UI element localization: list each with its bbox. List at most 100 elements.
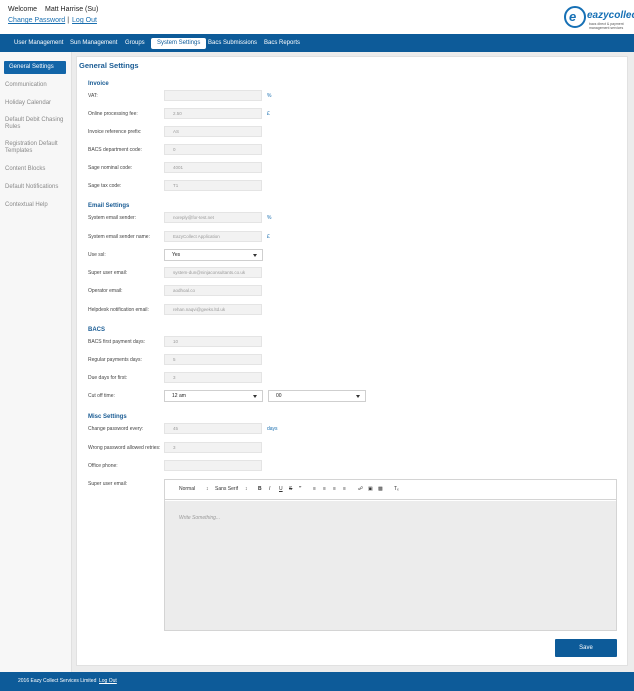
sidebar-item-general-settings[interactable]: General Settings [4, 61, 66, 74]
eazycollect-logo: e eazycollect bacs direct & payment mana… [562, 4, 634, 32]
sidebar-item-contextual-help[interactable]: Contextual Help [5, 202, 67, 209]
bacs-dept-input[interactable]: 0 [164, 144, 262, 155]
vat-input[interactable] [164, 90, 262, 101]
sidebar-item-content-blocks[interactable]: Content Blocks [5, 166, 67, 173]
regular-payments-label: Regular payments days: [88, 357, 142, 363]
operator-email-input[interactable]: aodhoal.co [164, 285, 262, 296]
helpdesk-email-label: Helpdesk notification email: [88, 307, 149, 313]
use-ssl-label: Use ssl: [88, 252, 106, 258]
wrong-password-input[interactable]: 3 [164, 442, 262, 453]
welcome-label: Welcome [8, 6, 38, 13]
cut-off-minute-select[interactable]: 00 [268, 390, 366, 402]
wrong-password-label: Wrong password allowed retries: [88, 445, 161, 451]
due-days-input[interactable]: 3 [164, 372, 262, 383]
due-days-label: Due days for first: [88, 375, 128, 381]
super-user-email-label: Super user email: [88, 270, 128, 276]
first-payment-label: BACS first payment days: [88, 339, 145, 345]
account-links: Change Password | Log Out [8, 17, 97, 24]
sidebar-item-holiday-calendar[interactable]: Holiday Calendar [5, 100, 67, 107]
bold-button[interactable]: B [258, 486, 262, 493]
sidebar-item-default-notifications[interactable]: Default Notifications [5, 184, 67, 191]
change-password-input[interactable]: 45 [164, 423, 262, 434]
sage-tax-label: Sage tax code: [88, 183, 122, 189]
nav-sun-management[interactable]: Sun Management [64, 38, 123, 49]
editor-content-area[interactable]: Write Something... [165, 501, 616, 630]
sender-name-input[interactable]: EazyCollect Application [164, 231, 262, 242]
super-user-email-input[interactable]: system-dun@ninjaconsultants.co.uk [164, 267, 262, 278]
sidebar-item-communication[interactable]: Communication [5, 82, 67, 89]
footer-logout-link[interactable]: Log Out [99, 678, 117, 684]
operator-email-label: Operator email: [88, 288, 123, 294]
italic-button[interactable]: I [269, 486, 270, 493]
sidebar-item-debit-chasing-rules[interactable]: Default Debit Chasing Rules [5, 117, 67, 131]
nav-user-management[interactable]: User Management [8, 38, 69, 49]
invoice-heading: Invoice [88, 81, 109, 87]
image-icon[interactable]: ▣ [368, 486, 373, 493]
regular-payments-input[interactable]: 5 [164, 354, 262, 365]
sender-name-unit: £ [267, 234, 270, 240]
sidebar-item-registration-templates[interactable]: Registration Default Templates [5, 141, 67, 155]
settings-card: General Settings Invoice VAT: % Online p… [76, 56, 628, 666]
cut-off-label: Cut off time: [88, 393, 115, 399]
sidebar: General Settings Communication Holiday C… [0, 52, 72, 672]
save-button[interactable]: Save [555, 639, 617, 657]
nav-groups[interactable]: Groups [119, 38, 151, 49]
ordered-list-icon[interactable]: ≡ [313, 486, 316, 493]
nav-bacs-reports[interactable]: Bacs Reports [258, 38, 306, 49]
bacs-heading: BACS [88, 327, 106, 333]
helpdesk-email-input[interactable]: rehan.naqvi@geeks.ltd.uk [164, 304, 262, 315]
email-sender-label: System email sender: [88, 215, 137, 221]
bacs-dept-label: BACS department code: [88, 147, 142, 153]
sage-tax-input[interactable]: T1 [164, 180, 262, 191]
editor-placeholder: Write Something... [179, 515, 221, 521]
office-phone-label: Office phone: [88, 463, 118, 469]
online-fee-input[interactable]: 2.50 [164, 108, 262, 119]
chevron-down-icon [253, 254, 257, 257]
logo-word: eazycollect [587, 10, 634, 21]
footer: 2016 Eazy Collect Services Limited Log O… [0, 672, 634, 691]
link-icon[interactable]: ☍ [358, 486, 363, 493]
bullet-list-icon[interactable]: ≡ [323, 486, 326, 493]
change-password-label: Change password every: [88, 426, 144, 432]
vat-unit: % [267, 93, 272, 99]
nav-bacs-submissions[interactable]: Bacs Submissions [202, 38, 263, 49]
email-heading: Email Settings [88, 203, 130, 209]
cut-off-hour-select[interactable]: 12 am [164, 390, 263, 402]
vat-label: VAT: [88, 93, 98, 99]
indent-icon[interactable]: ≡ [333, 486, 336, 493]
strike-button[interactable]: S [289, 486, 292, 493]
change-password-unit: days [267, 426, 278, 432]
sage-nominal-input[interactable]: 4001 [164, 162, 262, 173]
use-ssl-value: Yes [172, 252, 181, 258]
format-select-arrow-icon[interactable]: ↕ [206, 486, 209, 493]
first-payment-input[interactable]: 10 [164, 336, 262, 347]
rich-text-editor: Normal ↕ Sans Serif ↕ B I U S ” ≡ ≡ ≡ ≡ … [164, 479, 617, 631]
office-phone-input[interactable] [164, 460, 262, 471]
misc-heading: Misc Settings [88, 414, 127, 420]
logo-e-icon: e [569, 9, 577, 24]
logout-link[interactable]: Log Out [72, 17, 97, 24]
sage-nominal-label: Sage nominal code: [88, 165, 133, 171]
clear-format-icon[interactable]: Tₓ [394, 486, 399, 493]
page-title: General Settings [79, 61, 139, 70]
font-select[interactable]: Sans Serif [215, 486, 238, 493]
underline-button[interactable]: U [279, 486, 283, 493]
format-select[interactable]: Normal [179, 486, 195, 493]
email-sender-input[interactable]: noreply@for-test.net [164, 212, 262, 223]
nav-system-settings[interactable]: System Settings [151, 38, 207, 49]
link-separator: | [67, 17, 70, 24]
ref-prefix-label: Invoice reference prefix: [88, 129, 142, 135]
cut-off-minute-value: 00 [276, 393, 282, 399]
ref-prefix-input[interactable]: AS [164, 126, 262, 137]
change-password-link[interactable]: Change Password [8, 17, 65, 24]
font-select-arrow-icon[interactable]: ↕ [245, 486, 248, 493]
super-user-email-editor-label: Super user email: [88, 481, 128, 487]
logo-tagline: bacs direct & payment management service… [589, 22, 624, 30]
user-name: Matt Harrise (Su) [45, 6, 99, 13]
outdent-icon[interactable]: ≡ [343, 486, 346, 493]
email-sender-unit: % [267, 215, 272, 221]
video-icon[interactable]: ▩ [378, 486, 383, 493]
online-fee-unit: £ [267, 111, 270, 117]
blockquote-button[interactable]: ” [299, 486, 302, 493]
use-ssl-select[interactable]: Yes [164, 249, 263, 261]
